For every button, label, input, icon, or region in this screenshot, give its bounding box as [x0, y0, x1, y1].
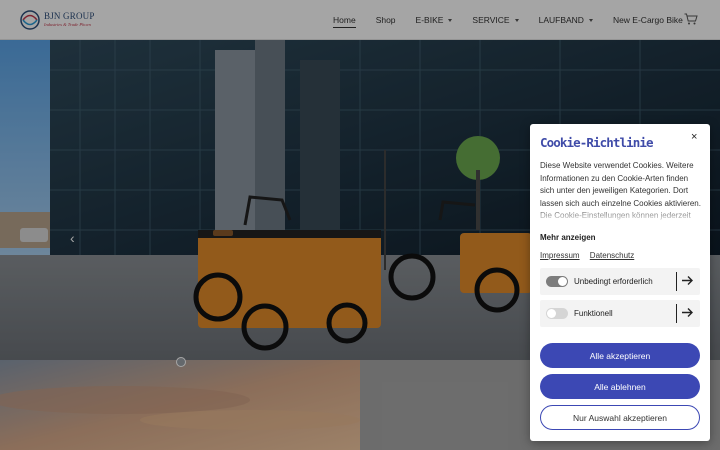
legal-links: Impressum Datenschutz — [540, 251, 642, 260]
essential-toggle[interactable] — [546, 276, 568, 287]
reject-all-button[interactable]: Alle ablehnen — [540, 374, 700, 399]
show-more-link[interactable]: Mehr anzeigen — [540, 233, 596, 242]
cookie-title: Cookie-Richtlinie — [540, 135, 654, 150]
datenschutz-link[interactable]: Datenschutz — [590, 251, 634, 260]
row-divider — [676, 304, 677, 323]
category-label: Unbedingt erforderlich — [574, 277, 653, 286]
functional-toggle[interactable] — [546, 308, 568, 319]
toggle-knob — [547, 309, 556, 318]
arrow-right-icon[interactable] — [681, 306, 694, 319]
close-icon[interactable]: × — [691, 131, 697, 143]
row-divider — [676, 272, 677, 291]
cookie-dialog: Cookie-Richtlinie × Diese Website verwen… — [530, 124, 710, 441]
category-label: Funktionell — [574, 309, 613, 318]
category-row-functional: Funktionell — [540, 300, 700, 327]
toggle-knob — [558, 277, 567, 286]
accept-selection-button[interactable]: Nur Auswahl akzeptieren — [540, 405, 700, 430]
arrow-right-icon[interactable] — [681, 274, 694, 287]
category-row-essential: Unbedingt erforderlich — [540, 268, 700, 295]
description-fade — [540, 206, 702, 224]
impressum-link[interactable]: Impressum — [540, 251, 580, 260]
accept-all-button[interactable]: Alle akzeptieren — [540, 343, 700, 368]
